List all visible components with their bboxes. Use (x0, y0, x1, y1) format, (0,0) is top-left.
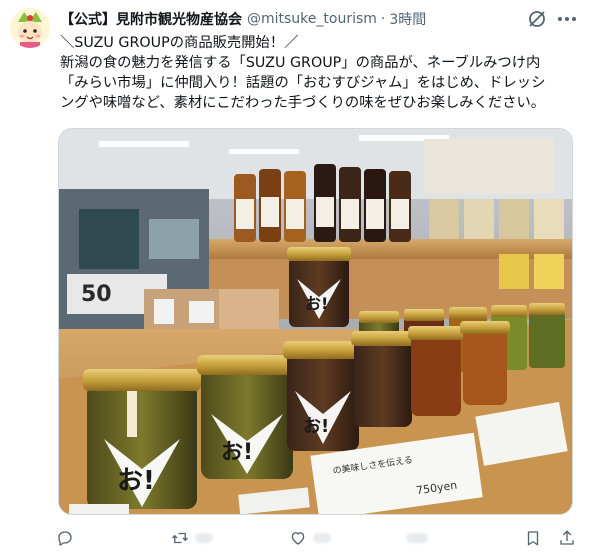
like-icon (291, 532, 305, 545)
tweet-header: 【公式】見附市観光物産協会 @mitsuke_tourism · 3時間 (60, 9, 426, 29)
tweet-actions (56, 526, 576, 550)
views-button[interactable] (406, 526, 428, 550)
like-button[interactable] (289, 526, 331, 550)
display-name[interactable]: 【公式】見附市観光物産協会 (60, 9, 242, 29)
store-shelf-photo: 50 お! お! お! お! の美味しさを伝える 750yen (59, 129, 572, 514)
tweet-text-line: 「みらい市場」に仲間入り！話題の「おむすびジャム」をはじめ、ドレッシ (60, 75, 546, 91)
like-count (313, 533, 331, 543)
jar-label: お! (303, 416, 329, 437)
user-handle[interactable]: @mitsuke_tourism (247, 11, 377, 27)
tweet-text-line: ングや味噌など、素材にこだわった手づくりの味をぜひお楽しみください。 (60, 95, 546, 111)
share-icon (560, 530, 574, 545)
bookmark-icon (527, 531, 539, 546)
timestamp[interactable]: 3時間 (389, 9, 426, 29)
tweet-text-line: ＼SUZU GROUPの商品販売開始！／ (60, 35, 299, 51)
share-button[interactable] (558, 526, 576, 550)
retweet-button[interactable] (171, 526, 213, 550)
view-count (406, 533, 428, 543)
mascot-avatar-icon (10, 8, 50, 48)
retweet-icon (172, 532, 188, 544)
more-icon[interactable] (556, 9, 578, 29)
tweet-photo[interactable]: 50 お! お! お! お! の美味しさを伝える 750yen (58, 128, 573, 515)
price-tag: 50 (81, 282, 112, 307)
reply-button[interactable] (56, 526, 74, 550)
bookmark-button[interactable] (524, 526, 542, 550)
tweet: 【公式】見附市観光物産協会 @mitsuke_tourism · 3時間 ＼SU… (0, 0, 610, 560)
separator-dot: · (380, 11, 386, 27)
jar-label-small: お! (305, 294, 328, 313)
jar-label: お! (221, 440, 253, 465)
jar-label: お! (117, 466, 155, 496)
grok-icon[interactable] (527, 9, 547, 29)
tweet-text-line: 新潟の食の魅力を発信する「SUZU GROUP」の商品が、ネーブルみつけ内 (60, 55, 541, 71)
retweet-count (195, 533, 213, 543)
tweet-text: ＼SUZU GROUPの商品販売開始！／ 新潟の食の魅力を発信する「SUZU G… (60, 33, 580, 113)
reply-icon (58, 531, 72, 546)
avatar[interactable] (10, 8, 50, 48)
